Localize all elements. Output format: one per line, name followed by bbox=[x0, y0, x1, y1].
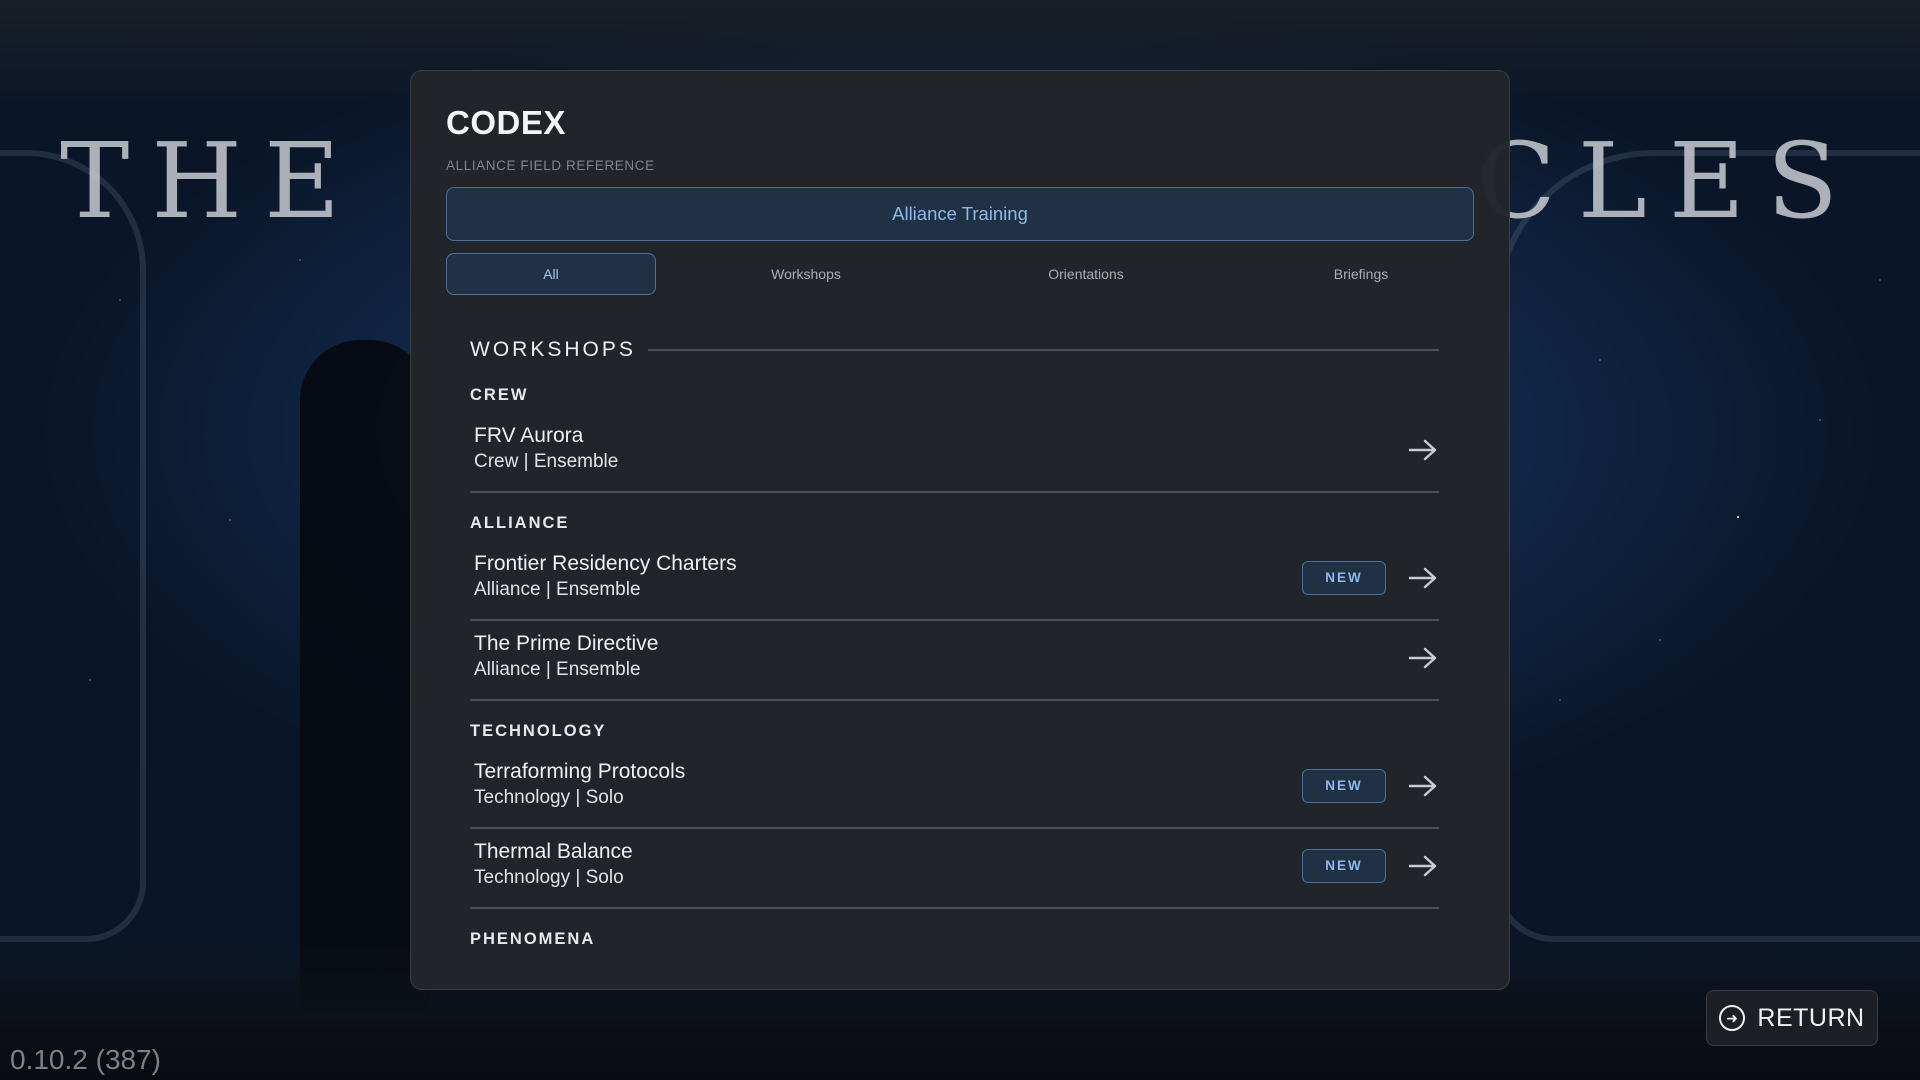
window-frame-left bbox=[0, 150, 146, 942]
section-header: WORKSHOPS bbox=[470, 335, 1439, 365]
item-meta: Technology | Solo bbox=[474, 786, 624, 808]
item-name: Thermal Balance bbox=[474, 839, 633, 863]
window-frame-right bbox=[1494, 150, 1920, 942]
item-meta: Alliance | Ensemble bbox=[474, 578, 641, 600]
arrow-right-icon bbox=[1407, 851, 1439, 881]
item-name: Terraforming Protocols bbox=[474, 759, 686, 783]
alliance-training-button[interactable]: Alliance Training bbox=[446, 186, 1474, 241]
group-label-phenomena: PHENOMENA bbox=[470, 929, 596, 948]
section-title: WORKSHOPS bbox=[470, 337, 636, 361]
game-title-right: CLES bbox=[1476, 120, 1860, 242]
filter-tabs: All Workshops Orientations Briefings bbox=[446, 252, 1474, 295]
group-label-technology: TECHNOLOGY bbox=[470, 721, 607, 740]
codex-list: WORKSHOPS CREW FRV Aurora Crew | Ensembl… bbox=[446, 335, 1474, 949]
tab-orientations-label: Orientations bbox=[1048, 265, 1124, 282]
arrow-right-icon bbox=[1407, 563, 1439, 593]
item-name: The Prime Directive bbox=[474, 631, 659, 655]
item-name: Frontier Residency Charters bbox=[474, 551, 737, 575]
list-item-frv-aurora[interactable]: FRV Aurora Crew | Ensemble bbox=[470, 413, 1439, 493]
panel-subtitle: ALLIANCE FIELD REFERENCE bbox=[446, 157, 655, 173]
arrow-right-circle-icon: ➜ bbox=[1719, 1005, 1746, 1031]
list-item-frontier-residency-charters[interactable]: Frontier Residency Charters Alliance | E… bbox=[470, 541, 1439, 621]
item-name: FRV Aurora bbox=[474, 423, 584, 447]
new-badge: NEW bbox=[1302, 560, 1386, 595]
list-item-thermal-balance[interactable]: Thermal Balance Technology | Solo NEW bbox=[470, 829, 1439, 909]
list-item-terraforming-protocols[interactable]: Terraforming Protocols Technology | Solo… bbox=[470, 749, 1439, 829]
tab-workshops[interactable]: Workshops bbox=[656, 253, 956, 295]
tab-briefings-label: Briefings bbox=[1333, 265, 1389, 282]
game-title-left: THE bbox=[60, 120, 362, 242]
arrow-right-icon bbox=[1407, 643, 1439, 673]
arrow-right-icon bbox=[1407, 771, 1439, 801]
new-badge: NEW bbox=[1302, 768, 1386, 803]
group-label-crew: CREW bbox=[470, 385, 529, 404]
list-item-the-prime-directive[interactable]: The Prime Directive Alliance | Ensemble bbox=[470, 621, 1439, 701]
return-button[interactable]: ➜ RETURN bbox=[1706, 990, 1878, 1046]
version-label: 0.10.2 (387) bbox=[10, 1044, 161, 1075]
item-meta: Crew | Ensemble bbox=[474, 450, 619, 472]
group-label-alliance: ALLIANCE bbox=[470, 513, 570, 532]
codex-panel: CODEX ALLIANCE FIELD REFERENCE Alliance … bbox=[410, 70, 1510, 990]
new-badge: NEW bbox=[1302, 848, 1386, 883]
alliance-training-label: Alliance Training bbox=[892, 202, 1028, 224]
item-meta: Technology | Solo bbox=[474, 866, 624, 888]
tab-orientations[interactable]: Orientations bbox=[956, 253, 1216, 295]
item-meta: Alliance | Ensemble bbox=[474, 658, 641, 680]
return-button-label: RETURN bbox=[1757, 1003, 1865, 1032]
tab-all-label: All bbox=[543, 265, 559, 282]
tab-briefings[interactable]: Briefings bbox=[1226, 253, 1496, 295]
section-divider bbox=[647, 348, 1439, 351]
tab-all[interactable]: All bbox=[446, 252, 656, 295]
tab-workshops-label: Workshops bbox=[771, 265, 841, 282]
panel-title: CODEX bbox=[446, 104, 566, 141]
arrow-right-icon bbox=[1407, 435, 1439, 465]
